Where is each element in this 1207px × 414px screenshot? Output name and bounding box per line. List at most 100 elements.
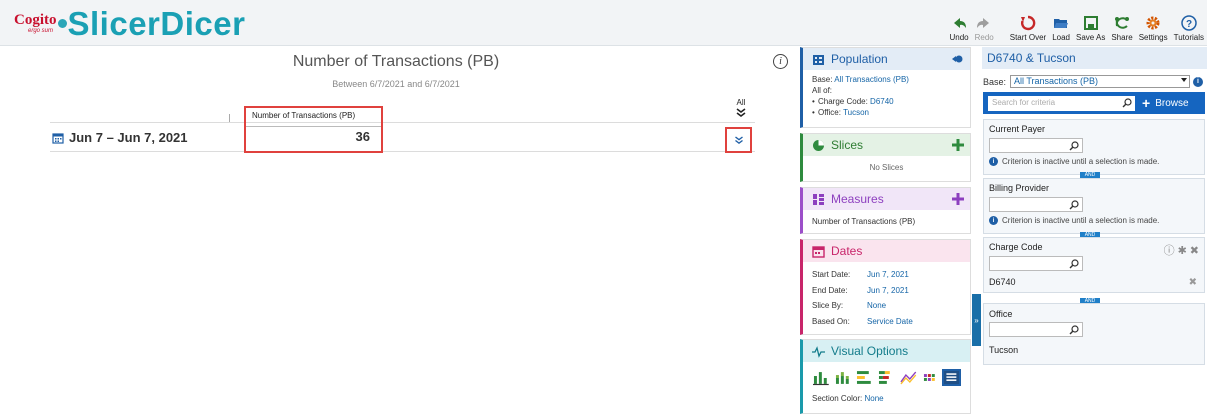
- report-subtitle: Between 6/7/2021 and 6/7/2021: [332, 79, 460, 89]
- report-title: Number of Transactions (PB): [292, 53, 500, 70]
- population-header[interactable]: Population: [803, 48, 970, 70]
- settings-label: Settings: [1138, 33, 1168, 42]
- browse-button[interactable]: + Browse: [1142, 95, 1189, 111]
- search-icon: [1069, 325, 1079, 335]
- load-label: Load: [1052, 33, 1070, 42]
- criteria-base-label: Base:: [983, 76, 1007, 87]
- toolbar: Undo Redo Start Over Load Save As Share …: [946, 12, 1207, 42]
- dates-title: Dates: [831, 244, 863, 258]
- share-label: Share: [1111, 33, 1133, 42]
- criterion-info-icon[interactable]: ⓘ: [1164, 242, 1175, 258]
- start-over-button[interactable]: Start Over: [1007, 12, 1049, 42]
- bar-chart-icon[interactable]: [812, 369, 831, 386]
- svg-text:?: ?: [1186, 19, 1192, 30]
- population-title: Population: [831, 52, 888, 66]
- section-color-value[interactable]: None: [864, 394, 883, 403]
- visualization-picker: [812, 367, 961, 387]
- table-row-label: Jun 7 – Jun 7, 2021: [52, 130, 188, 145]
- horizontal-bar-icon[interactable]: [855, 369, 874, 386]
- visual-options-title: Visual Options: [831, 344, 909, 358]
- gear-icon: [1146, 16, 1160, 30]
- criterion-search-input[interactable]: [989, 197, 1083, 212]
- base-select-value: All Transactions (PB): [1014, 76, 1099, 86]
- info-icon: i: [989, 157, 998, 166]
- measures-icon: [813, 193, 824, 205]
- slices-card: Slices No Slices: [800, 133, 971, 182]
- population-card: Population Base: All Transactions (PB) A…: [800, 47, 971, 128]
- criterion-title: Billing Provider: [989, 183, 1050, 193]
- criterion-search-input[interactable]: [989, 322, 1083, 337]
- save-icon: [1083, 16, 1098, 30]
- redo-icon: [977, 18, 990, 28]
- date-key: End Date:: [812, 285, 848, 295]
- criterion-search-input[interactable]: [989, 256, 1083, 271]
- filter-value[interactable]: D6740: [870, 97, 894, 106]
- date-row-end: End Date: Jun 7, 2021: [812, 283, 961, 299]
- date-key: Slice By:: [812, 301, 844, 311]
- search-icon: [1069, 259, 1079, 269]
- logo: Cogito ergo sum SlicerDicer: [14, 6, 245, 42]
- base-value[interactable]: All Transactions (PB): [834, 75, 909, 84]
- measure-item[interactable]: Number of Transactions (PB): [803, 210, 970, 231]
- slices-header[interactable]: Slices: [803, 134, 970, 156]
- report-info-icon[interactable]: i: [773, 54, 788, 69]
- row-divider-bottom: [50, 151, 755, 152]
- line-chart-icon[interactable]: [899, 369, 918, 386]
- criterion-search-input[interactable]: [989, 138, 1083, 153]
- slices-icon: [813, 139, 824, 151]
- tutorials-button[interactable]: ? Tutorials: [1171, 12, 1207, 42]
- remove-value-icon[interactable]: ✖: [1189, 277, 1197, 288]
- add-slice-icon[interactable]: [952, 139, 964, 151]
- criterion-title: Current Payer: [989, 124, 1046, 134]
- load-button[interactable]: Load: [1049, 12, 1073, 42]
- population-icon: [813, 54, 824, 65]
- add-measure-icon[interactable]: [952, 193, 964, 205]
- stacked-bar-icon[interactable]: [834, 369, 853, 386]
- row-value[interactable]: 36: [246, 129, 370, 144]
- date-value[interactable]: Service Date: [867, 316, 913, 327]
- redo-button[interactable]: Redo: [972, 12, 997, 42]
- search-placeholder: Search for criteria: [992, 98, 1056, 107]
- criteria-search-bar: Search for criteria + Browse: [983, 92, 1205, 114]
- visual-options-card: Visual Options Section Color: None: [800, 339, 971, 414]
- criterion-remove-icon[interactable]: ✖: [1190, 244, 1199, 257]
- population-edit-icon[interactable]: [952, 53, 964, 65]
- share-icon: [1115, 17, 1130, 29]
- measures-card: Measures Number of Transactions (PB): [800, 187, 971, 234]
- share-button[interactable]: Share: [1108, 12, 1135, 42]
- dates-header[interactable]: Dates: [803, 240, 970, 262]
- calendar-icon: [52, 132, 64, 144]
- save-as-button[interactable]: Save As: [1073, 12, 1108, 42]
- settings-button[interactable]: Settings: [1136, 12, 1171, 42]
- criterion-billing-provider: Billing Provider i Criterion is inactive …: [983, 178, 1205, 234]
- row-expand-button[interactable]: [725, 127, 752, 153]
- criterion-title: Office: [989, 309, 1013, 319]
- plus-icon: +: [1142, 95, 1151, 111]
- undo-button[interactable]: Undo: [946, 12, 971, 42]
- base-select[interactable]: All Transactions (PB): [1010, 75, 1191, 88]
- collapse-panel-button[interactable]: »: [972, 294, 981, 346]
- criterion-selected-value: D6740 ✖: [984, 273, 1204, 291]
- criteria-search-input[interactable]: Search for criteria: [988, 96, 1135, 111]
- expand-all-chevron-icon[interactable]: [733, 107, 749, 119]
- date-value[interactable]: Jun 7, 2021: [867, 285, 909, 296]
- search-icon: [1069, 141, 1079, 151]
- measures-header[interactable]: Measures: [803, 188, 970, 210]
- row-date-text: Jun 7 – Jun 7, 2021: [69, 130, 188, 145]
- heatmap-icon[interactable]: [921, 369, 940, 386]
- date-value[interactable]: Jun 7, 2021: [867, 269, 909, 280]
- criteria-panel-title: D6740 & Tucson: [982, 47, 1207, 69]
- table-view-icon[interactable]: [942, 368, 961, 386]
- criterion-inactive-note: i Criterion is inactive until a selection…: [984, 153, 1204, 166]
- info-icon: i: [989, 216, 998, 225]
- date-value[interactable]: None: [867, 300, 886, 311]
- stacked-horizontal-bar-icon[interactable]: [877, 369, 896, 386]
- visual-options-header[interactable]: Visual Options: [803, 340, 970, 362]
- selected-value-text: Tucson: [989, 345, 1019, 355]
- filter-value[interactable]: Tucson: [843, 108, 869, 117]
- base-info-icon[interactable]: i: [1193, 76, 1204, 87]
- criterion-settings-gear-icon[interactable]: ✱: [1178, 244, 1187, 257]
- section-color-label: Section Color:: [812, 394, 863, 403]
- all-of-label: All of:: [812, 86, 833, 95]
- population-body: Base: All Transactions (PB) All of: Char…: [803, 70, 970, 122]
